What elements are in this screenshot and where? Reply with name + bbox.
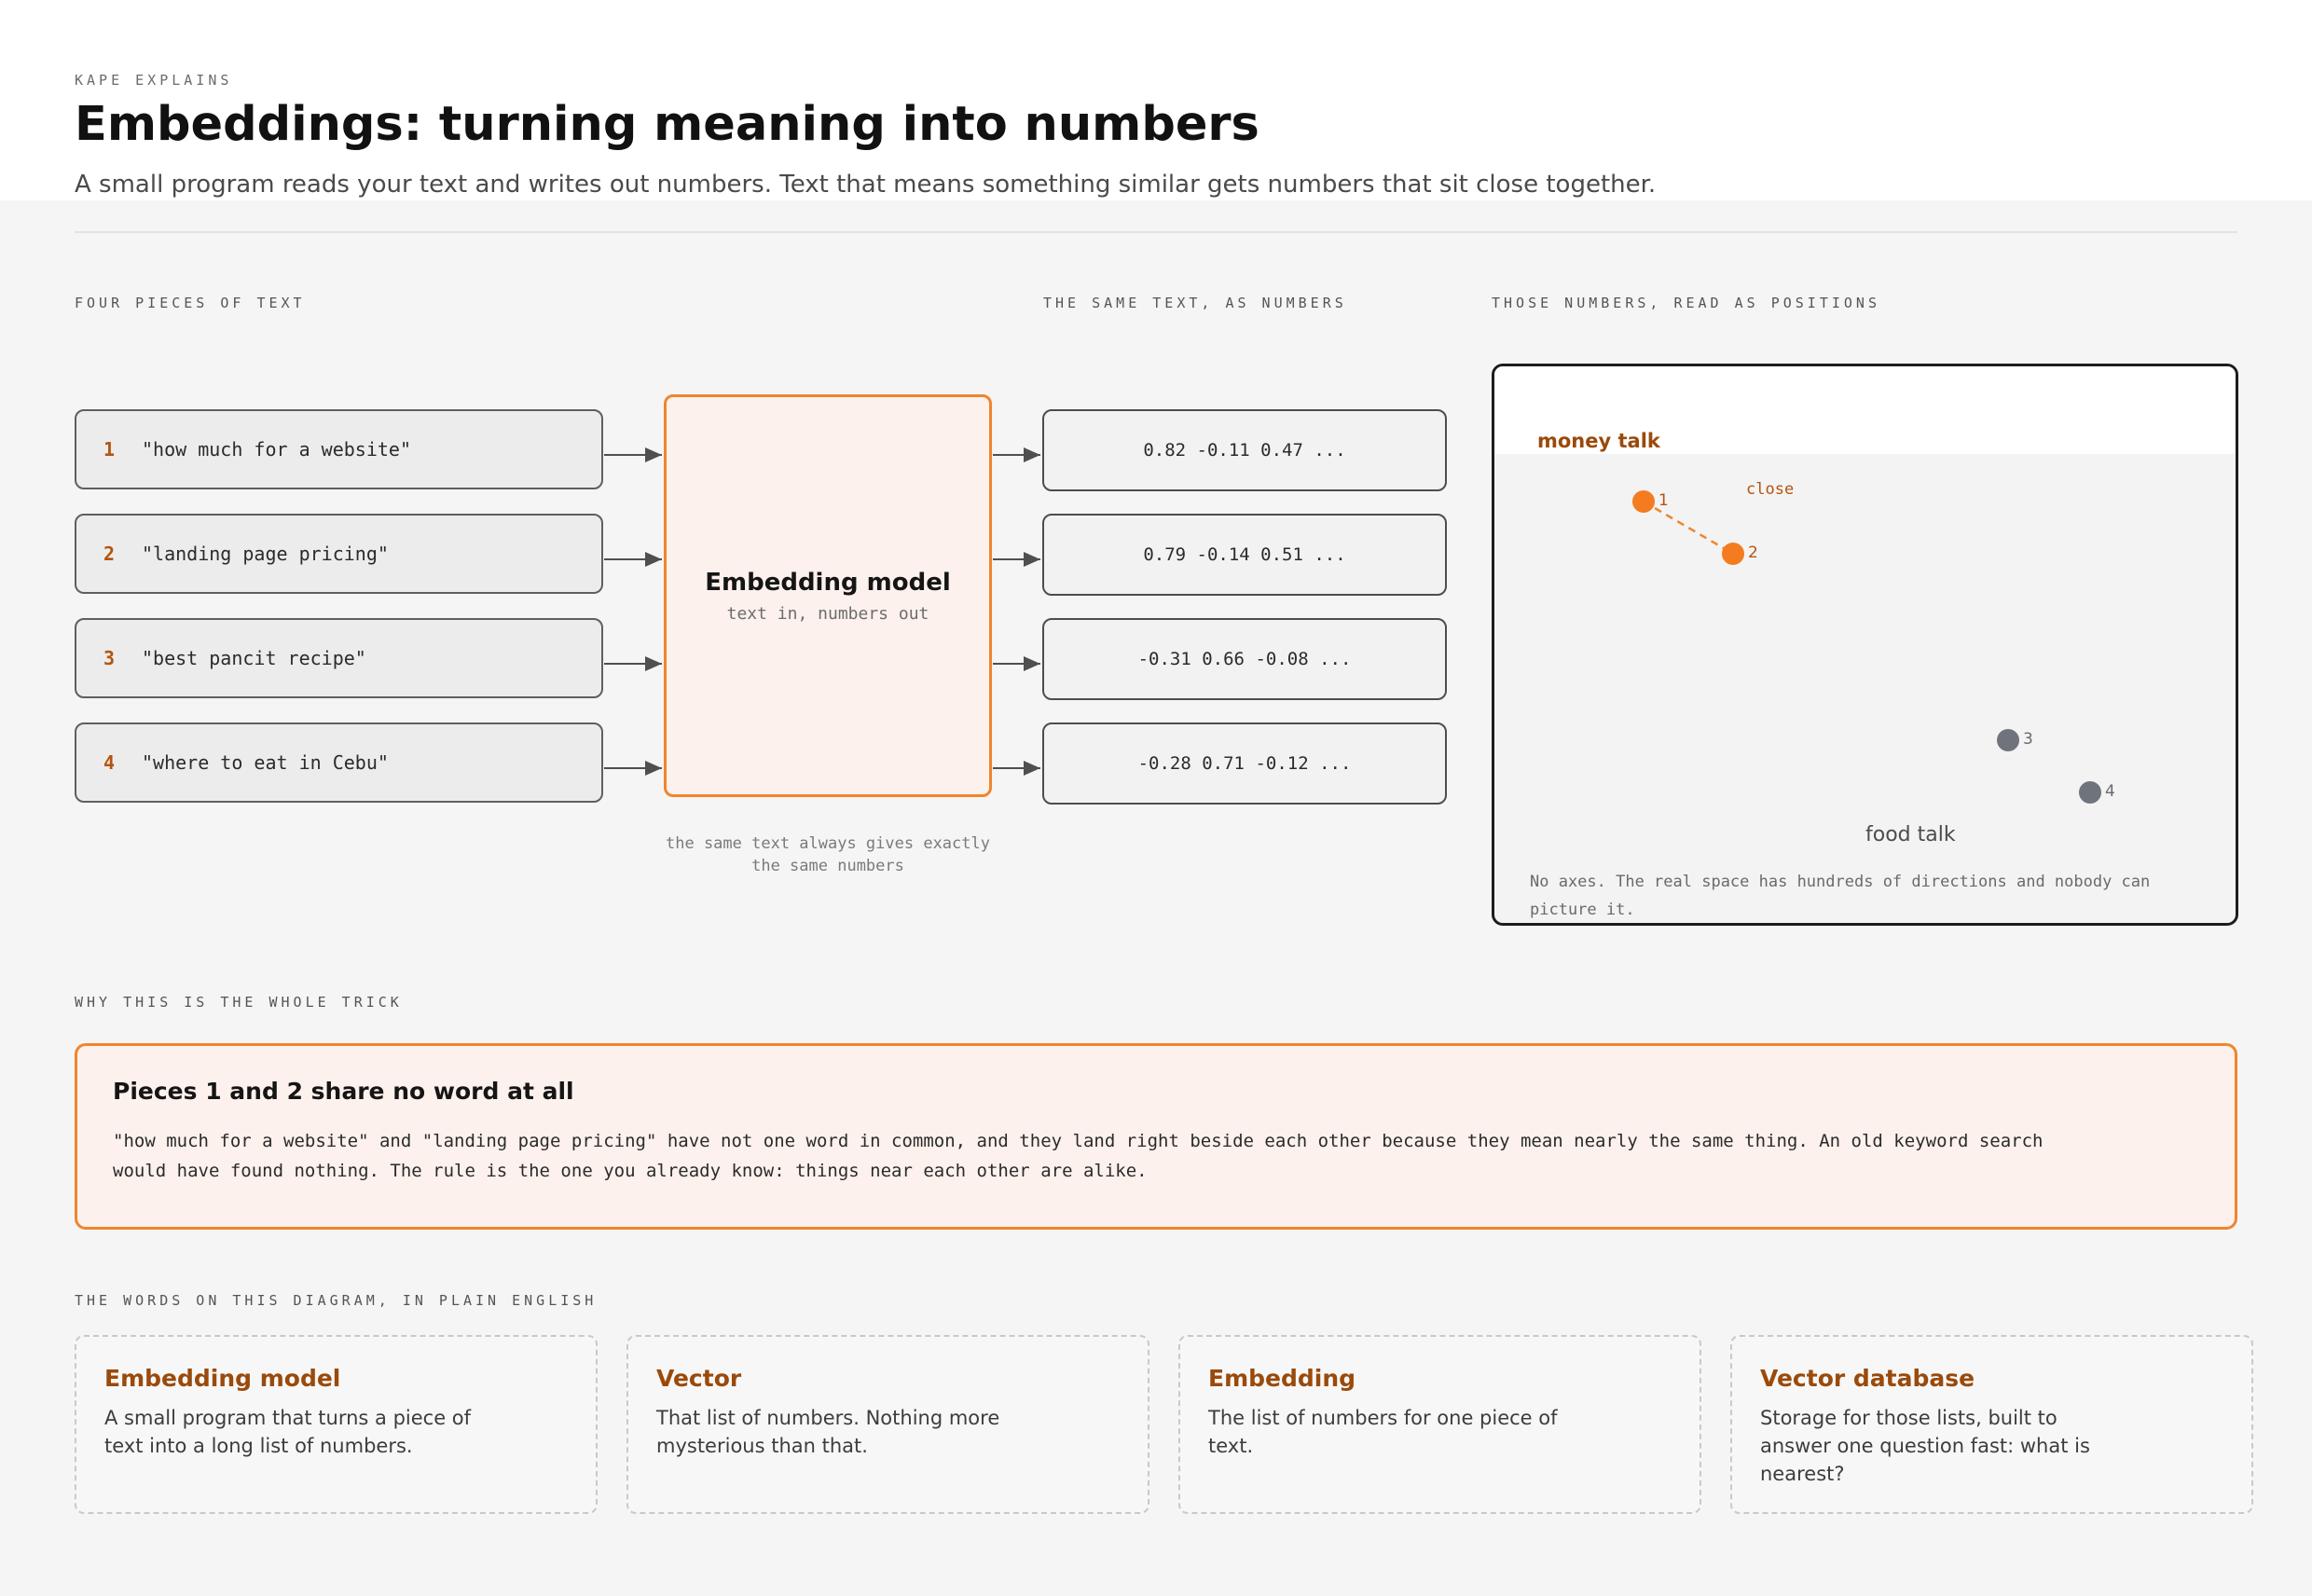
space-caption: No axes. The real space has hundreds of … [1530,873,2151,919]
text-input-card: 2 "landing page pricing" [75,514,603,594]
header-divider [75,231,2237,233]
page-subtitle: A small program reads your text and writ… [75,171,1657,199]
text-input-card: 4 "where to eat in Cebu" [75,722,603,803]
model-subtitle: text in, numbers out [726,603,929,624]
input-number: 2 [103,543,116,565]
glossary-card: Embedding model A small program that tur… [75,1335,598,1514]
glossary-term: Vector database [1760,1365,1975,1392]
glossary-card: Vector That list of numbers. Nothing mor… [626,1335,1149,1514]
eyebrow: KAPE EXPLAINS [75,72,233,89]
vector-space-panel: money talk close 1 2 3 4 food talk No ax… [1492,364,2238,926]
vector-output: 0.79 -0.14 0.51 ... [1042,514,1447,596]
input-text: "how much for a website" [142,438,411,461]
text-input-card: 3 "best pancit recipe" [75,618,603,698]
section-label-vectors: THE SAME TEXT, AS NUMBERS [1043,295,1347,311]
cluster-label-money: money talk [1537,430,1660,452]
close-label: close [1746,480,1795,499]
point-4 [2079,781,2101,804]
section-label-space: THOSE NUMBERS, READ AS POSITIONS [1492,295,1880,311]
glossary-term: Embedding [1208,1365,1356,1392]
cluster-label-food: food talk [1865,823,1956,846]
point-label: 3 [2023,730,2033,749]
input-number: 4 [103,751,116,774]
callout-body: "how much for a website" and "landing pa… [113,1131,2044,1181]
section-label-trick: WHY THIS IS THE WHOLE TRICK [75,994,403,1011]
closeness-link [1643,500,1734,556]
glossary-card: Embedding The list of numbers for one pi… [1178,1335,1701,1514]
vector-output: 0.82 -0.11 0.47 ... [1042,409,1447,491]
point-label: 4 [2105,782,2115,801]
model-title: Embedding model [705,568,951,597]
glossary-definition: The list of numbers for one piece of tex… [1208,1407,1558,1457]
callout-title: Pieces 1 and 2 share no word at all [113,1078,574,1105]
glossary-definition: That list of numbers. Nothing more myste… [656,1407,1000,1457]
vector-output: -0.28 0.71 -0.12 ... [1042,722,1447,805]
page-title: Embeddings: turning meaning into numbers [75,97,1259,152]
embedding-model-box: Embedding model text in, numbers out [664,394,992,797]
glossary-term: Vector [656,1365,742,1392]
section-label-glossary: THE WORDS ON THIS DIAGRAM, IN PLAIN ENGL… [75,1292,598,1309]
insight-callout: Pieces 1 and 2 share no word at all "how… [75,1043,2237,1230]
input-number: 3 [103,647,116,669]
model-note: the same text always gives exactly the s… [666,834,990,875]
point-label: 1 [1658,491,1669,510]
glossary-term: Embedding model [104,1365,341,1392]
glossary-definition: Storage for those lists, built to answer… [1760,1407,2090,1485]
glossary-definition: A small program that turns a piece of te… [104,1407,472,1457]
vector-output: -0.31 0.66 -0.08 ... [1042,618,1447,700]
glossary-card: Vector database Storage for those lists,… [1730,1335,2253,1514]
input-text: "landing page pricing" [142,543,389,565]
text-input-card: 1 "how much for a website" [75,409,603,489]
point-3 [1997,729,2019,751]
input-text: "where to eat in Cebu" [142,751,389,774]
point-2 [1722,543,1744,565]
point-label: 2 [1748,543,1758,562]
input-text: "best pancit recipe" [142,647,366,669]
point-1 [1632,490,1655,513]
section-label-inputs: FOUR PIECES OF TEXT [75,295,306,311]
input-number: 1 [103,438,116,461]
